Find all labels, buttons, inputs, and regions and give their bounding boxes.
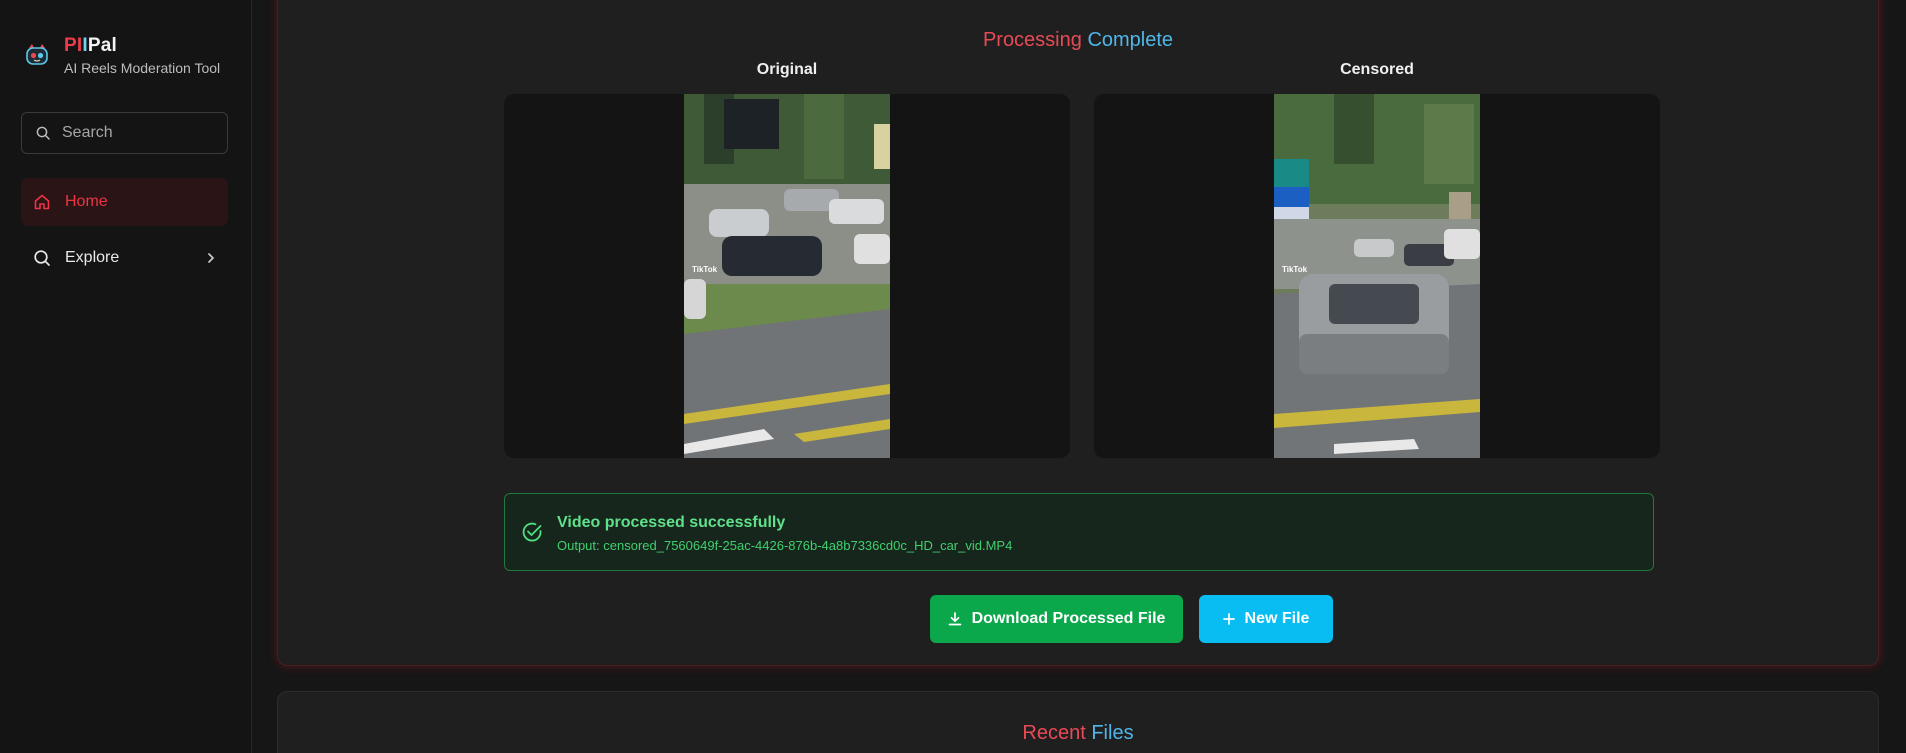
censored-label: Censored <box>1340 61 1414 78</box>
censored-video-panel[interactable]: TikTok <box>1094 94 1660 458</box>
recent-files-title: Recent Files <box>1022 722 1134 744</box>
output-filename: Output: censored_7560649f-25ac-4426-876b… <box>557 538 1013 553</box>
sidebar-item-explore[interactable]: Explore <box>21 234 228 282</box>
brand[interactable]: PIIPal AI Reels Moderation Tool <box>24 0 227 112</box>
censored-video-frame[interactable]: TikTok <box>1274 94 1480 458</box>
brand-name: PIIPal <box>64 35 117 56</box>
sidebar-item-home[interactable]: Home <box>21 178 228 226</box>
chevron-right-icon[interactable] <box>206 252 216 264</box>
processing-title: Processing Complete <box>982 29 1174 51</box>
sidebar-item-label: Explore <box>65 249 120 266</box>
robot-logo-icon <box>26 44 48 65</box>
plus-icon <box>1222 613 1235 625</box>
search-icon <box>36 126 50 140</box>
sidebar: PIIPal AI Reels Moderation Tool Search H… <box>0 0 252 753</box>
recent-files-card: Recent Files <box>277 691 1879 753</box>
home-icon <box>34 194 50 210</box>
download-icon <box>948 612 961 626</box>
sidebar-nav: Home Explore <box>21 178 228 282</box>
original-video-panel[interactable]: TikTok <box>504 94 1070 458</box>
brand-subtitle: AI Reels Moderation Tool <box>64 60 221 76</box>
check-circle-icon <box>522 522 542 542</box>
new-file-label: New File <box>1244 610 1310 627</box>
processing-card: Processing Complete Original TikTok Cens… <box>277 0 1879 666</box>
search-placeholder: Search <box>62 124 113 141</box>
main-content: Processing Complete Original TikTok Cens… <box>252 0 1906 753</box>
sidebar-item-label: Home <box>65 193 108 210</box>
success-title: Video processed successfully <box>557 514 786 531</box>
search-icon <box>34 250 50 266</box>
app-root: PIIPal AI Reels Moderation Tool Search H… <box>0 0 1906 753</box>
svg-text:TikTok: TikTok <box>692 265 718 274</box>
original-label: Original <box>756 61 818 78</box>
original-video-frame[interactable]: TikTok <box>684 94 890 458</box>
svg-text:TikTok: TikTok <box>1282 265 1308 274</box>
new-file-button[interactable]: New File <box>1199 595 1333 643</box>
download-label: Download Processed File <box>971 610 1166 627</box>
download-button[interactable]: Download Processed File <box>930 595 1183 643</box>
search-input[interactable]: Search <box>21 112 228 154</box>
success-alert: Video processed successfully Output: cen… <box>504 493 1654 571</box>
